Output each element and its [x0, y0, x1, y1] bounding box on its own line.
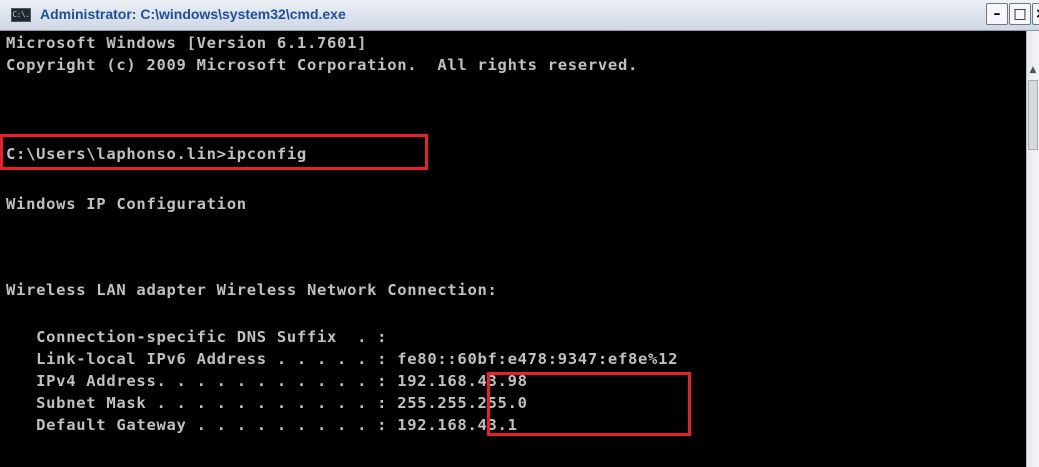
window-title: Administrator: C:\windows\system32\cmd.e…: [40, 6, 346, 22]
console-line-gateway: Default Gateway . . . . . . . . . : 192.…: [6, 416, 518, 434]
highlight-box-ip-values: [487, 372, 691, 436]
console-line-ipv4: IPv4 Address. . . . . . . . . . . : 192.…: [6, 372, 528, 390]
title-bar[interactable]: C:\. Administrator: C:\windows\system32\…: [0, 0, 1039, 31]
highlight-box-command: [0, 134, 428, 170]
console-line-subnet: Subnet Mask . . . . . . . . . . . : 255.…: [6, 394, 528, 412]
close-button[interactable]: ×: [1032, 3, 1039, 25]
cmd-app-icon[interactable]: C:\.: [11, 8, 31, 22]
console-line-dns-suffix: Connection-specific DNS Suffix . :: [6, 328, 388, 346]
maximize-button[interactable]: □: [1009, 3, 1031, 25]
cmd-window: C:\. Administrator: C:\windows\system32\…: [0, 0, 1039, 467]
console-line-copyright: Copyright (c) 2009 Microsoft Corporation…: [6, 56, 639, 74]
console-line-config-header: Windows IP Configuration: [6, 195, 247, 213]
console-line-ipv6: Link-local IPv6 Address . . . . . : fe80…: [6, 350, 679, 368]
console-line-adapter: Wireless LAN adapter Wireless Network Co…: [6, 281, 498, 299]
scroll-up-arrow-icon[interactable]: ▲: [1027, 62, 1039, 78]
scrollbar-thumb[interactable]: [1028, 80, 1038, 150]
minimize-button[interactable]: –: [986, 3, 1008, 25]
console-line-version: Microsoft Windows [Version 6.1.7601]: [6, 34, 368, 52]
